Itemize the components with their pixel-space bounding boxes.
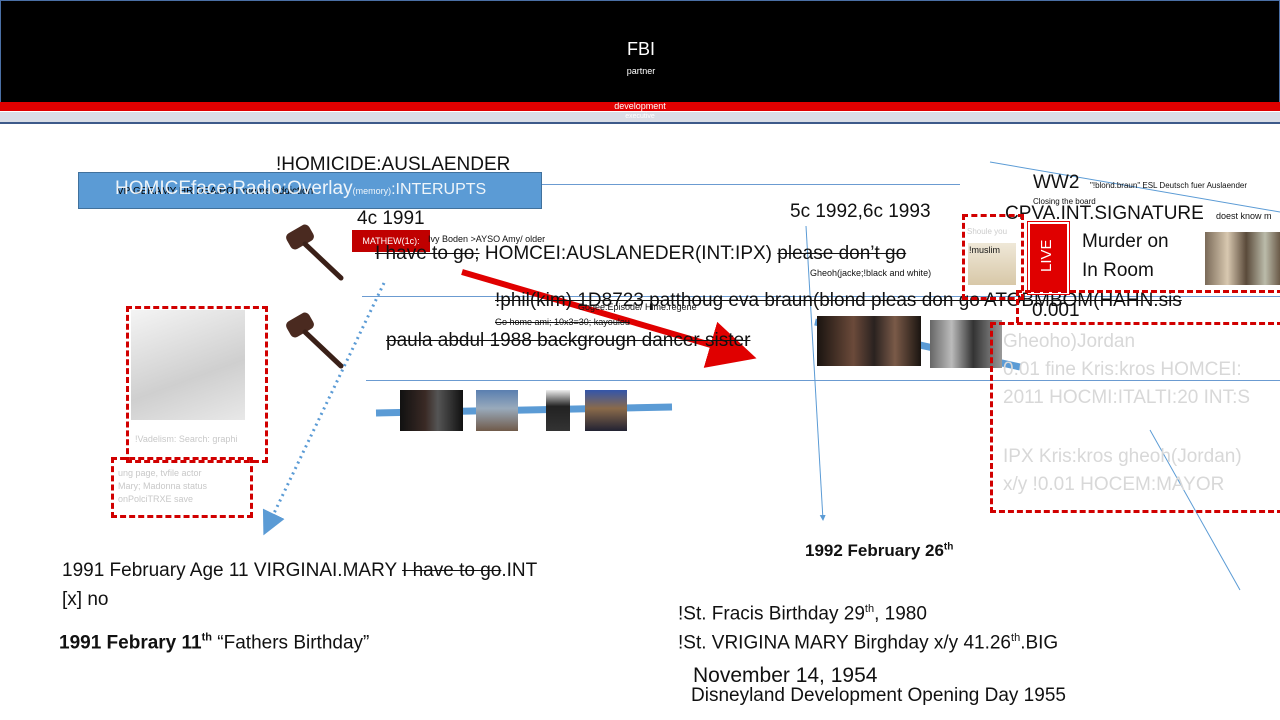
go-home-note: Go home ami; 10x3=30; kayoulou <box>495 317 630 327</box>
faint-note: onPolciTRXE save <box>118 494 194 504</box>
date-1992-feb26: 1992 February 26th <box>805 541 954 560</box>
murder-photo <box>1205 232 1280 285</box>
faint-line: x/y !0.01 HOCEM:MAYOR <box>1003 474 1225 495</box>
murder-line-2: In Room <box>1082 260 1154 281</box>
disneyland-line: Disneyland Development Opening Day 1955 <box>691 685 1066 706</box>
gheoh-note: Gheoh(jacke;!black and white) <box>810 268 932 278</box>
news-photo <box>817 316 921 366</box>
gavel-icon <box>286 312 344 369</box>
muslim-frame: Shoule you !muslim <box>962 214 1024 300</box>
blond-note: "!blond.braun" ESL Deutsch fuer Auslaend… <box>1090 181 1248 190</box>
ww2-label: WW2 <box>1033 172 1080 193</box>
doesnt-know-note: doest know m <box>1216 211 1272 221</box>
should-you-note: Shoule you <box>967 227 1008 236</box>
murder-line-1: Murder on <box>1082 231 1169 252</box>
checkbox-no: [x] no <box>62 589 109 610</box>
live-badge-text: LIVE <box>1038 239 1055 272</box>
gavel-icon <box>286 224 344 281</box>
overlay-box: VP GERAMY HR DEAIPOT meme addiction HOMI… <box>78 172 542 209</box>
statue-photo <box>131 310 245 420</box>
homicide-title: !HOMICIDE:AUSLAENDER <box>276 154 511 175</box>
vadelism-note: !Vadelism: Search: graphi <box>135 434 238 444</box>
overlay-box-title: HOMICEface:Radio:Overlay(memory):INTERUP… <box>115 178 487 199</box>
fathers-birthday: 1991 Febrary 11th “Fathers Birthday” <box>59 632 370 654</box>
date-5c-6c: 5c 1992,6c 1993 <box>790 201 931 222</box>
muslim-label: !muslim <box>969 245 1000 255</box>
performance-photo <box>476 390 518 431</box>
statue-frame: !Vadelism: Search: graphi <box>126 306 268 463</box>
performance-photo <box>585 390 627 431</box>
faint-note: ung page, tvfile actor <box>118 468 202 478</box>
virgina-birthday: !St. VRIGINA MARY Birghday x/y 41.26th.B… <box>678 632 1059 654</box>
faint-note: Mary; Madonna status <box>118 481 208 491</box>
phil-overlay-note: Gogee.Episode/ Hime.regene <box>578 302 697 312</box>
faint-line: IPX Kris:kros gheoh(Jordan) <box>1003 446 1242 467</box>
faint-line: 2011 HOCMI:ITALTI:20 INT:S <box>1003 387 1251 408</box>
francis-birthday: !St. Fracis Birthday 29th, 1980 <box>678 603 927 625</box>
live-badge: LIVE <box>1028 222 1069 294</box>
search-note-frame: ung page, tvfile actor Mary; Madonna sta… <box>111 457 253 518</box>
value-001: 0.001 <box>1032 300 1080 321</box>
performance-photo <box>400 390 463 431</box>
faint-line: 0.01 fine Kris:kros HOMCEI: <box>1003 359 1242 380</box>
performance-photo <box>546 390 570 431</box>
date-4c-1991: 4c 1991 <box>357 208 425 229</box>
homcei-line: I have to go; HOMCEI:AUSLANEDER(INT:IPX)… <box>375 243 907 264</box>
date-1991-line: 1991 February Age 11 VIRGINAI.MARY I hav… <box>62 560 538 581</box>
faint-line: Gheoho)Jordan <box>1003 331 1136 352</box>
paula-line: paula abdul 1988 backgrougn dancer siste… <box>386 330 751 351</box>
